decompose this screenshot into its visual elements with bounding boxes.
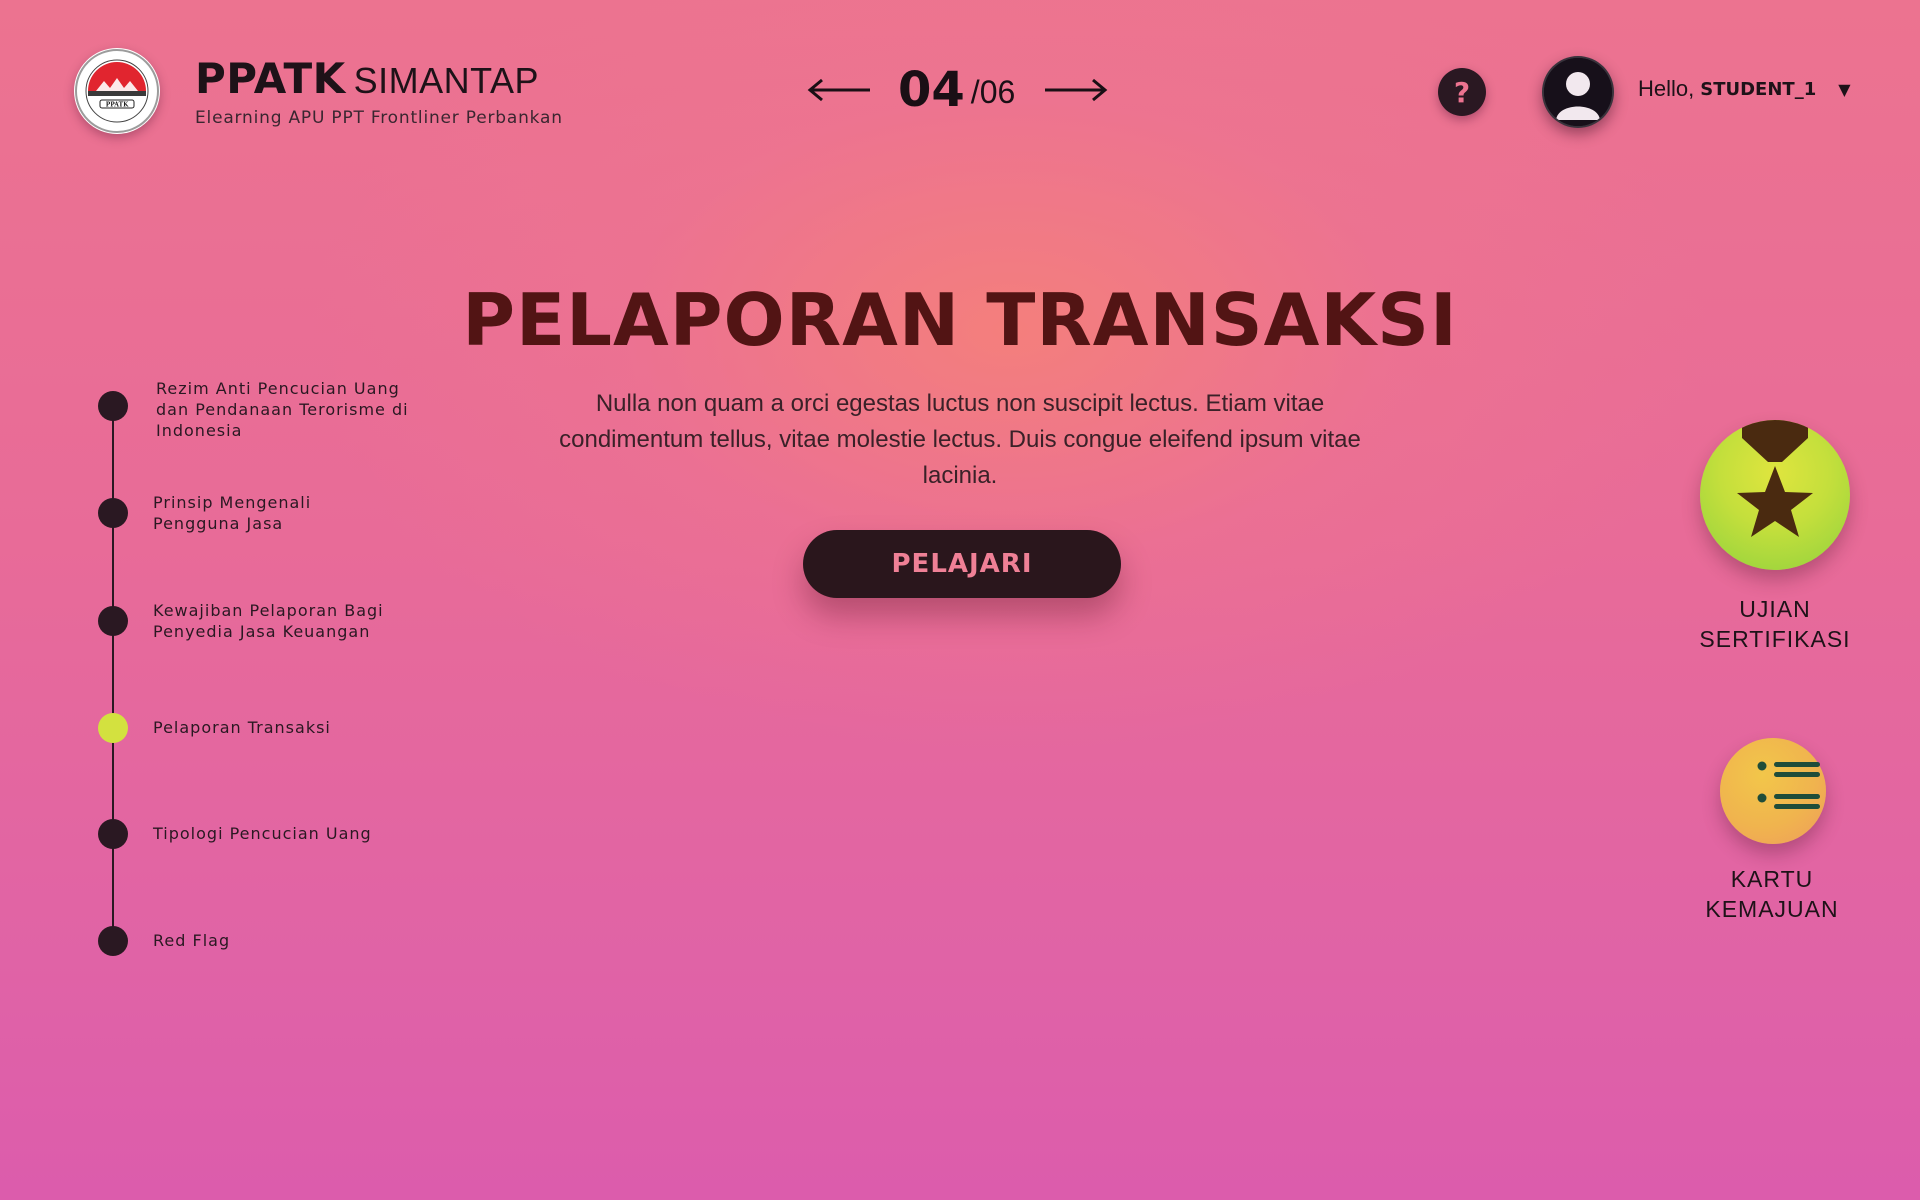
- user-avatar-icon: [1544, 58, 1612, 126]
- list-icon: [1757, 761, 1820, 809]
- brand-name-light: SIMANTAP: [353, 60, 540, 101]
- user-menu[interactable]: Hello, STUDENT_1 ▼: [1638, 76, 1851, 102]
- timeline-item-label: Pelaporan Transaksi: [153, 718, 331, 737]
- certification-label-line2: SERTIFIKASI: [1699, 626, 1851, 652]
- certification-exam-label: UJIAN SERTIFIKASI: [1675, 594, 1875, 654]
- logo-emblem-icon: PPATK: [75, 49, 159, 133]
- current-page-number: 04: [898, 62, 965, 118]
- brand-subtitle: Elearning APU PPT Frontliner Perbankan: [195, 108, 563, 128]
- ppatk-logo: PPATK: [74, 48, 160, 134]
- progress-card-label: KARTU KEMAJUAN: [1672, 864, 1872, 924]
- arrow-left-icon: [807, 78, 870, 102]
- greeting-hello: Hello,: [1638, 76, 1695, 101]
- page-title: PELAPORAN TRANSAKSI: [462, 278, 1458, 362]
- arrow-right-icon: [1045, 78, 1108, 102]
- prev-page-button[interactable]: [806, 75, 872, 105]
- progress-label-line2: KEMAJUAN: [1705, 896, 1839, 922]
- next-page-button[interactable]: [1043, 75, 1109, 105]
- timeline-line: [112, 406, 114, 942]
- timeline-dot: [98, 498, 128, 528]
- timeline-item-label: Red Flag: [153, 931, 231, 950]
- page-description: Nulla non quam a orci egestas luctus non…: [559, 390, 1361, 489]
- medal-star-icon: [1737, 420, 1813, 537]
- total-pages: /06: [970, 73, 1016, 110]
- brand-title: PPATK SIMANTAP: [195, 56, 563, 104]
- chevron-down-icon[interactable]: ▼: [1838, 80, 1850, 99]
- avatar[interactable]: [1542, 56, 1614, 128]
- timeline-item-label: Prinsip Mengenali Pengguna Jasa: [153, 493, 312, 533]
- logo-mark-text: PPATK: [106, 102, 129, 109]
- progress-label-line1: KARTU: [1730, 866, 1814, 892]
- progress-card-button[interactable]: [1720, 738, 1826, 844]
- timeline-dot: [98, 391, 128, 421]
- timeline-item-label: Tipologi Pencucian Uang: [153, 824, 372, 843]
- certification-label-line1: UJIAN: [1739, 596, 1811, 622]
- page-navigator: 04 /06: [806, 60, 1109, 120]
- certification-exam-button[interactable]: [1700, 420, 1850, 570]
- question-icon: ?: [1453, 75, 1471, 109]
- help-button[interactable]: ?: [1438, 68, 1486, 116]
- timeline-dot: [98, 819, 128, 849]
- learn-button[interactable]: PELAJARI: [803, 530, 1121, 598]
- timeline-dot: [98, 926, 128, 956]
- brand-name-bold: PPATK: [195, 54, 346, 103]
- brand: PPATK SIMANTAP Elearning APU PPT Frontlin…: [195, 56, 563, 129]
- timeline-item-label: Kewajiban Pelaporan Bagi Penyedia Jasa K…: [153, 601, 384, 641]
- timeline-dot: [98, 606, 128, 636]
- timeline-item-label: Rezim Anti Pencucian Uang dan Pendanaan …: [156, 379, 409, 440]
- timeline-dot-active: [98, 713, 128, 743]
- user-name: STUDENT_1: [1700, 78, 1817, 100]
